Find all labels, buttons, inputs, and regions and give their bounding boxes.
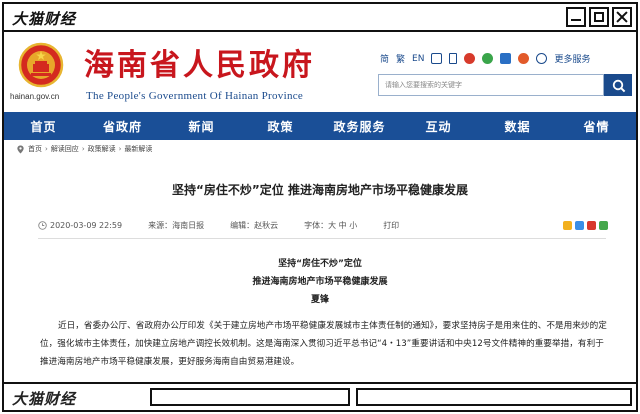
app-icon[interactable]: [500, 53, 512, 64]
close-button[interactable]: [612, 7, 632, 27]
site-header: hainan.gov.cn 海南省人民政府 The People's Gover…: [4, 32, 636, 110]
share-weibo-icon[interactable]: [587, 221, 596, 230]
nav-item-province[interactable]: 省情: [557, 118, 636, 135]
government-name[interactable]: 海南省人民政府: [84, 40, 315, 84]
font-size-medium[interactable]: 中: [339, 220, 347, 231]
window-controls: [566, 7, 632, 27]
search-input[interactable]: 请输入您要搜索的关键字: [378, 74, 604, 96]
meta-divider: [38, 238, 606, 239]
breadcrumb-policy-interpretation[interactable]: 政策解读: [88, 144, 116, 154]
government-name-english: The People's Government Of Hainan Provin…: [86, 90, 304, 102]
breadcrumb: 首页 › 解读回应 › 政策解读 › 最新解读: [16, 144, 152, 154]
source-label: 来源：: [148, 221, 173, 230]
status-slot: [356, 388, 632, 406]
publish-date: 2020-03-09 22:59: [50, 221, 123, 230]
share-wechat-icon[interactable]: [599, 221, 608, 230]
bottom-title: 大猫财经: [12, 390, 77, 408]
share-qzone-icon[interactable]: [563, 221, 572, 230]
breadcrumb-latest[interactable]: 最新解读: [124, 144, 152, 154]
print-link[interactable]: 打印: [383, 220, 399, 231]
font-size-label: 字体：: [304, 221, 329, 230]
search-icon: [612, 79, 626, 93]
nav-item-services[interactable]: 政务服务: [320, 118, 399, 135]
nav-item-policy[interactable]: 政策: [241, 118, 320, 135]
minimize-button[interactable]: [566, 7, 586, 27]
clock-icon: [38, 221, 47, 230]
status-slot: [150, 388, 350, 406]
nav-item-government[interactable]: 省政府: [83, 118, 162, 135]
source-value: 海南日报: [172, 221, 205, 230]
nav-item-data[interactable]: 数据: [478, 118, 557, 135]
editor-value: 赵秋云: [254, 221, 279, 230]
breadcrumb-separator: ›: [45, 145, 48, 153]
browser-viewport: hainan.gov.cn 海南省人民政府 The People's Gover…: [2, 32, 638, 382]
main-navigation: 首页 省政府 新闻 政策 政务服务 互动 数据 省情: [4, 112, 636, 140]
window-titlebar: 大猫财经: [2, 2, 638, 32]
national-emblem-icon: [18, 42, 64, 88]
nav-item-news[interactable]: 新闻: [162, 118, 241, 135]
window-title: 大猫财经: [12, 10, 77, 28]
window-bottombar: 大猫财经: [2, 382, 638, 412]
font-size-large[interactable]: 大: [328, 220, 336, 231]
breadcrumb-home[interactable]: 首页: [28, 144, 42, 154]
article-title: 坚持“房住不炒”定位 推进海南房地产市场平稳健康发展: [172, 183, 468, 197]
header-tools: 简 繁 EN 更多服务: [380, 52, 590, 65]
article-subtitle-line-2: 推进海南房地产市场平稳健康发展: [252, 277, 388, 287]
breadcrumb-separator: ›: [81, 145, 85, 153]
accessibility-icon[interactable]: [431, 53, 443, 64]
search-button[interactable]: [604, 74, 632, 96]
more-services-link[interactable]: 更多服务: [554, 52, 590, 65]
article-author: 夏锋: [310, 295, 329, 305]
editor-label: 编辑：: [230, 221, 255, 230]
article-body: 近日，省委办公厅、省政府办公厅印发《关于建立房地产市场平稳健康发展城市主体责任制…: [40, 321, 607, 367]
site-search: 请输入您要搜索的关键字: [378, 74, 632, 96]
user-icon[interactable]: [536, 53, 548, 64]
breadcrumb-separator: ›: [118, 145, 122, 153]
location-icon: [17, 144, 24, 154]
share-weixin-icon[interactable]: [575, 221, 584, 230]
wechat-icon[interactable]: [482, 53, 494, 64]
font-size-small[interactable]: 小: [349, 220, 357, 231]
maximize-button[interactable]: [589, 7, 609, 27]
site-domain: hainan.gov.cn: [10, 92, 60, 101]
breadcrumb-interpretation[interactable]: 解读回应: [51, 144, 79, 154]
article-subtitle-line-1: 坚持“房住不炒”定位: [278, 259, 362, 269]
nav-item-home[interactable]: 首页: [4, 118, 83, 135]
article-meta: 2020-03-09 22:59 来源： 海南日报 编辑： 赵秋云 字体： 大 …: [38, 220, 608, 231]
app-window: 大猫财经 hainan.gov.cn 海南省人民政府 The People's …: [0, 0, 640, 414]
nav-item-interaction[interactable]: 互动: [399, 118, 478, 135]
traditional-chinese-link[interactable]: 繁: [396, 52, 405, 65]
share-bar: [563, 221, 608, 230]
mobile-icon[interactable]: [449, 53, 458, 64]
english-link[interactable]: EN: [412, 54, 424, 64]
simplified-chinese-link[interactable]: 简: [380, 52, 389, 65]
service-icon[interactable]: [518, 53, 530, 64]
weibo-icon[interactable]: [464, 53, 476, 64]
